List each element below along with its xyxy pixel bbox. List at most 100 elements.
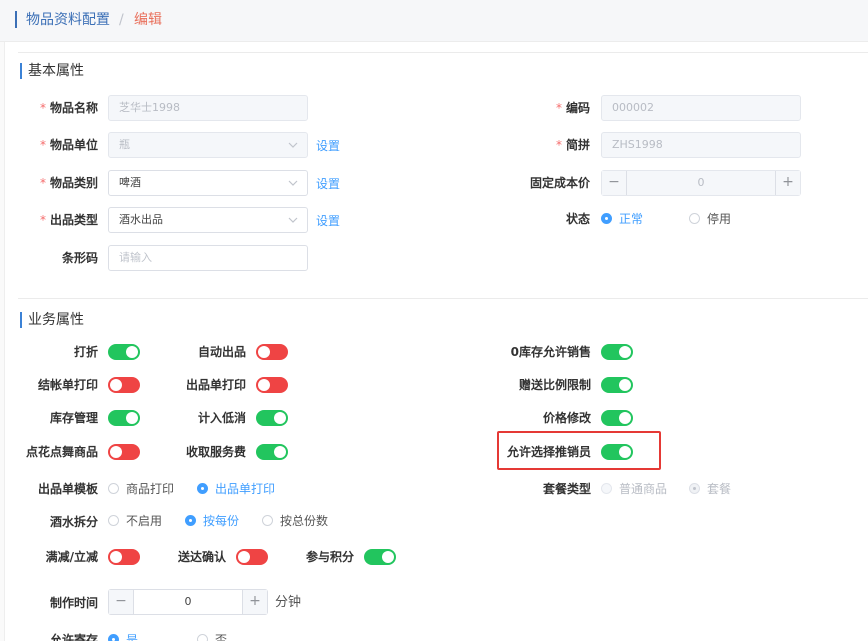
out-type-settings-link[interactable]: 设置: [316, 209, 340, 233]
radio-label: 是: [126, 633, 139, 641]
label-text: 物品类别: [49, 176, 98, 190]
item-unit-select[interactable]: 瓶: [108, 132, 308, 158]
label-min-spend: 计入低消: [197, 411, 246, 425]
switch-knob: [110, 379, 122, 391]
breadcrumb-parent-link[interactable]: 物品资料配置: [26, 10, 110, 30]
radio-dot: [185, 515, 196, 526]
fixed-cost-decrement-button[interactable]: −: [602, 171, 627, 195]
make-time-stepper[interactable]: − 0 +: [108, 589, 268, 615]
label-barcode: 条形码: [61, 251, 98, 265]
radio-label: 不启用: [126, 514, 163, 528]
reduction-switch[interactable]: [108, 549, 140, 565]
gift-ratio-switch[interactable]: [601, 377, 633, 393]
radio-dot: [197, 483, 208, 494]
switch-knob: [110, 551, 122, 563]
label-zero-stock-sale: 0库存允许销售: [510, 345, 591, 359]
split-radio-off[interactable]: 不启用: [108, 512, 162, 530]
radio-dot: [601, 483, 612, 494]
label-service-fee: 收取服务费: [185, 445, 246, 459]
breadcrumb-accent-bar: [15, 11, 17, 28]
switch-knob: [274, 446, 286, 458]
radio-label: 出品单打印: [215, 482, 276, 496]
service-fee-switch[interactable]: [256, 444, 288, 460]
switch-knob: [619, 346, 631, 358]
out-type-select[interactable]: 酒水出品: [108, 207, 308, 233]
radio-dot: [108, 483, 119, 494]
fixed-cost-stepper[interactable]: − 0 +: [601, 170, 801, 196]
section-divider-business: [18, 298, 868, 299]
breadcrumb: 物品资料配置 / 编辑: [0, 0, 868, 42]
split-radio-total[interactable]: 按总份数: [262, 512, 328, 530]
make-time-value[interactable]: 0: [135, 590, 241, 614]
item-category-select[interactable]: 啤酒: [108, 170, 308, 196]
breadcrumb-separator: /: [119, 12, 124, 28]
radio-dot: [108, 515, 119, 526]
label-item-category: * 物品类别: [20, 171, 98, 195]
bill-print-switch[interactable]: [108, 377, 140, 393]
price-edit-switch[interactable]: [601, 410, 633, 426]
make-time-decrement-button[interactable]: −: [109, 590, 134, 614]
item-unit-settings-link[interactable]: 设置: [316, 134, 340, 158]
pinyin-input[interactable]: ZHS1998: [601, 132, 801, 158]
label-allow-stock: 允许寄存: [49, 633, 98, 641]
allow-stock-radio-yes[interactable]: 是: [108, 631, 138, 641]
auto-out-switch[interactable]: [256, 344, 288, 360]
out-print-switch[interactable]: [256, 377, 288, 393]
label-item-name: * 物品名称: [20, 96, 98, 120]
radio-dot: [108, 634, 119, 641]
radio-label: 停用: [707, 212, 732, 226]
delivery-confirm-switch[interactable]: [236, 549, 268, 565]
item-category-value: 啤酒: [119, 176, 141, 189]
points-switch[interactable]: [364, 549, 396, 565]
status-radio-normal[interactable]: 正常: [601, 210, 643, 228]
package-radio-set[interactable]: 套餐: [689, 480, 731, 498]
status-radio-disabled[interactable]: 停用: [689, 210, 731, 228]
template-radio-goods-print[interactable]: 商品打印: [108, 480, 174, 498]
fixed-cost-increment-button[interactable]: +: [775, 171, 800, 195]
section-divider-top: [18, 52, 868, 53]
template-radio-out-print[interactable]: 出品单打印: [197, 480, 275, 498]
label-price-edit: 价格修改: [542, 411, 591, 425]
item-unit-value: 瓶: [119, 138, 130, 151]
radio-label: 否: [215, 633, 228, 641]
label-out-type: * 出品类型: [20, 208, 98, 232]
radio-label: 正常: [619, 212, 644, 226]
label-text: 物品名称: [49, 101, 98, 115]
switch-knob: [126, 346, 138, 358]
label-reduction: 满减/立减: [45, 550, 98, 564]
label-text: 物品单位: [49, 138, 98, 152]
flower-dance-switch[interactable]: [108, 444, 140, 460]
zero-stock-sale-switch[interactable]: [601, 344, 633, 360]
barcode-input[interactable]: 请输入: [108, 245, 308, 271]
allow-stock-radio-no[interactable]: 否: [197, 631, 227, 641]
package-radio-normal[interactable]: 普通商品: [601, 480, 667, 498]
section-title-basic: 基本属性: [20, 63, 84, 79]
label-make-time: 制作时间: [49, 596, 98, 610]
item-name-input[interactable]: 芝华士1998: [108, 95, 308, 121]
radio-label: 套餐: [707, 482, 732, 496]
make-time-increment-button[interactable]: +: [242, 590, 267, 614]
label-out-print: 出品单打印: [185, 378, 246, 392]
highlight-box: [497, 431, 661, 470]
fixed-cost-value[interactable]: 0: [628, 171, 774, 195]
required-mark: *: [555, 101, 562, 115]
radio-dot: [689, 213, 700, 224]
chevron-down-icon: [288, 217, 298, 223]
split-radio-per-portion[interactable]: 按每份: [185, 512, 239, 530]
label-status: 状态: [565, 212, 590, 226]
radio-label: 按每份: [203, 514, 240, 528]
required-mark: *: [39, 101, 46, 115]
label-pinyin: * 简拼: [500, 133, 590, 157]
breadcrumb-current: 编辑: [134, 12, 162, 28]
switch-knob: [258, 346, 270, 358]
code-input[interactable]: 000002: [601, 95, 801, 121]
label-bill-print: 结帐单打印: [37, 378, 98, 392]
item-category-settings-link[interactable]: 设置: [316, 172, 340, 196]
min-spend-switch[interactable]: [256, 410, 288, 426]
label-item-unit: * 物品单位: [20, 133, 98, 157]
stock-manage-switch[interactable]: [108, 410, 140, 426]
label-delivery-confirm: 送达确认: [177, 550, 226, 564]
switch-knob: [110, 446, 122, 458]
switch-knob: [619, 412, 631, 424]
discount-switch[interactable]: [108, 344, 140, 360]
